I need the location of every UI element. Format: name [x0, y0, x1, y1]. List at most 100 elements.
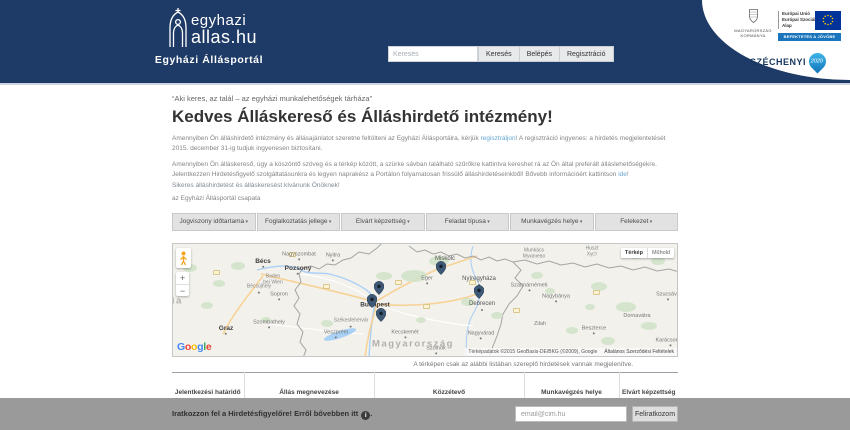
tagline: “Aki keres, az talál – az egyházi munkal… — [172, 94, 372, 103]
map-city-label: Beszterce — [582, 325, 606, 334]
map-park-area — [566, 327, 578, 334]
map-city-label: Dornavátra — [623, 313, 650, 319]
map-park-area — [213, 280, 225, 287]
map-park-area — [641, 322, 657, 330]
map-city-label: HusztХуст — [586, 246, 599, 258]
road-shield-icon — [213, 270, 220, 275]
szechenyi-2020-logo: SZÉCHENYI 2020 — [750, 53, 826, 70]
map-park-area — [321, 320, 333, 327]
map-park-area — [601, 337, 615, 345]
filter-feladat[interactable]: Feladat típusa — [426, 213, 510, 231]
map-park-area — [231, 262, 245, 270]
filter-foglalkoztatas[interactable]: Foglalkoztatás jellege — [257, 213, 341, 231]
page-title: Kedves Álláskereső és Álláshirdető intéz… — [172, 107, 553, 127]
eu-fund-label: Európai Unió Európai Szociális Alap — [778, 11, 819, 29]
subscribe-bar: Iratkozzon fel a Hirdetésfigyelőre! Errő… — [0, 398, 850, 430]
map-city-label: Sopron — [270, 291, 288, 300]
map-city-label: Graz — [219, 325, 233, 335]
map-park-area — [201, 302, 213, 309]
register-button[interactable]: Regisztráció — [560, 46, 614, 62]
road-shield-icon — [513, 308, 520, 313]
map-city-label: Karácsonkő — [655, 337, 678, 346]
map-park-area — [585, 304, 595, 310]
site-logo[interactable]: egyhazi allas.hu Egyházi Állásportál — [142, 7, 276, 66]
hungarian-government-logo: MAGYARORSZÁG KORMÁNYA — [732, 9, 774, 38]
road-shield-icon — [395, 280, 402, 285]
search-input[interactable] — [388, 46, 478, 62]
info-icon[interactable]: i — [361, 411, 370, 420]
church-icon — [161, 7, 195, 51]
street-view-pegman-icon[interactable] — [176, 248, 191, 268]
logo-subtitle: Egyházi Állásportál — [142, 54, 276, 66]
map-attribution: Térképadatok ©2015 GeoBasis-DE/BKG (©200… — [465, 348, 677, 356]
map-city-label: Bécs — [255, 258, 271, 268]
map-city-label: Ausztria — [172, 297, 183, 308]
email-field[interactable] — [515, 406, 627, 422]
filter-munkavegzes[interactable]: Munkavégzés helye — [510, 213, 594, 231]
map-caption: A térképen csak az alábbi listában szere… — [172, 361, 678, 368]
map-city-label: Székesfehérvár — [334, 319, 369, 328]
filter-bar: Jogviszony időtartama Foglalkoztatás jel… — [172, 213, 678, 231]
map-zoom-control[interactable]: + − — [176, 272, 189, 296]
eu-banner: BEFEKTETÉS A JÖVŐBE — [778, 33, 841, 41]
main-content: “Aki keres, az talál – az egyházi munkal… — [172, 85, 678, 430]
map-type-control: Térkép Műhold — [621, 248, 674, 258]
intro-paragraph-4: az Egyházi Állásportál csapata — [172, 194, 678, 204]
map-pin[interactable] — [436, 261, 446, 280]
intro-paragraph-2: Amennyiben Ön álláskereső, úgy a köszönt… — [172, 160, 678, 179]
map-park-area — [651, 257, 665, 265]
map-park-area — [531, 272, 543, 279]
login-button[interactable]: Belépés — [520, 46, 560, 62]
map-city-label: Nagyvárad — [468, 330, 495, 339]
google-logo[interactable]: Google — [177, 341, 211, 353]
filter-kepzettseg[interactable]: Elvárt képzettség — [341, 213, 425, 231]
map-pin[interactable] — [474, 285, 484, 304]
filter-jogviszony[interactable]: Jogviszony időtartama — [172, 213, 256, 231]
map-city-label: Zilah — [534, 321, 546, 327]
map-city-label: Szombathely — [253, 319, 285, 328]
hungary-coat-of-arms-icon — [748, 9, 759, 23]
map-city-label: Nagyszombat — [282, 251, 316, 260]
header-corner: MAGYARORSZÁG KORMÁNYA Európai Unió Európ… — [702, 0, 850, 80]
map-city-label: Bécsújhely — [247, 285, 271, 294]
map-city-label: Nagybánya — [542, 293, 570, 302]
map-city-label: MunkácsМукачево — [523, 248, 545, 260]
szechenyi-pin-icon: 2020 — [805, 49, 829, 73]
map-city-label: Magyarország — [372, 340, 454, 351]
road-shield-icon — [323, 284, 330, 289]
map-terms-link[interactable]: Általános Szerződési Feltételek — [604, 349, 674, 355]
intro-paragraph-1: Amennyiben Ön álláshirdető intézmény és … — [172, 134, 678, 153]
header-search: Keresés Belépés Regisztráció — [388, 46, 614, 62]
zoom-in-button[interactable]: + — [176, 272, 189, 284]
map-city-label: Eger — [421, 275, 433, 284]
map-pin[interactable] — [376, 308, 386, 327]
zoom-out-button[interactable]: − — [176, 284, 189, 296]
eu-flag-icon — [815, 11, 841, 30]
map-park-area — [376, 272, 392, 280]
map-city-label: Nyitra — [326, 252, 340, 261]
filter-felekezet[interactable]: Felekezet — [595, 213, 679, 231]
logo-line2: allas.hu — [191, 28, 257, 46]
map-city-label: Pozsony — [285, 265, 312, 275]
road-shield-icon — [423, 304, 430, 309]
subscribe-text: Iratkozzon fel a Hirdetésfigyelőre! Errő… — [172, 409, 372, 420]
logo-line1: egyhazi — [191, 13, 257, 28]
gov-label: KORMÁNYA — [732, 33, 774, 38]
register-link[interactable]: regisztráljon — [481, 135, 516, 142]
more-info-link[interactable]: ide — [618, 171, 627, 178]
map-park-area — [416, 317, 426, 323]
map-city-label: Veszprém — [324, 329, 348, 338]
intro-paragraph-3: Sikeres álláshirdetést és álláskeresést … — [172, 181, 678, 191]
map-park-area — [616, 302, 636, 312]
map[interactable]: + − Térkép Műhold Google Térképadatok ©2… — [172, 243, 678, 357]
satellite-type-button[interactable]: Műhold — [647, 248, 674, 258]
road-shield-icon — [593, 290, 600, 295]
map-city-label: Szatmárnémeti — [511, 282, 548, 291]
map-park-area — [491, 312, 503, 319]
header: MAGYARORSZÁG KORMÁNYA Európai Unió Európ… — [0, 0, 850, 85]
subscribe-button[interactable]: Feliratkozom — [632, 406, 678, 422]
map-city-label: Szucsáva — [656, 291, 678, 300]
map-city-label: Kecskemét — [391, 329, 418, 338]
search-button[interactable]: Keresés — [478, 46, 520, 62]
map-type-button[interactable]: Térkép — [621, 248, 647, 258]
